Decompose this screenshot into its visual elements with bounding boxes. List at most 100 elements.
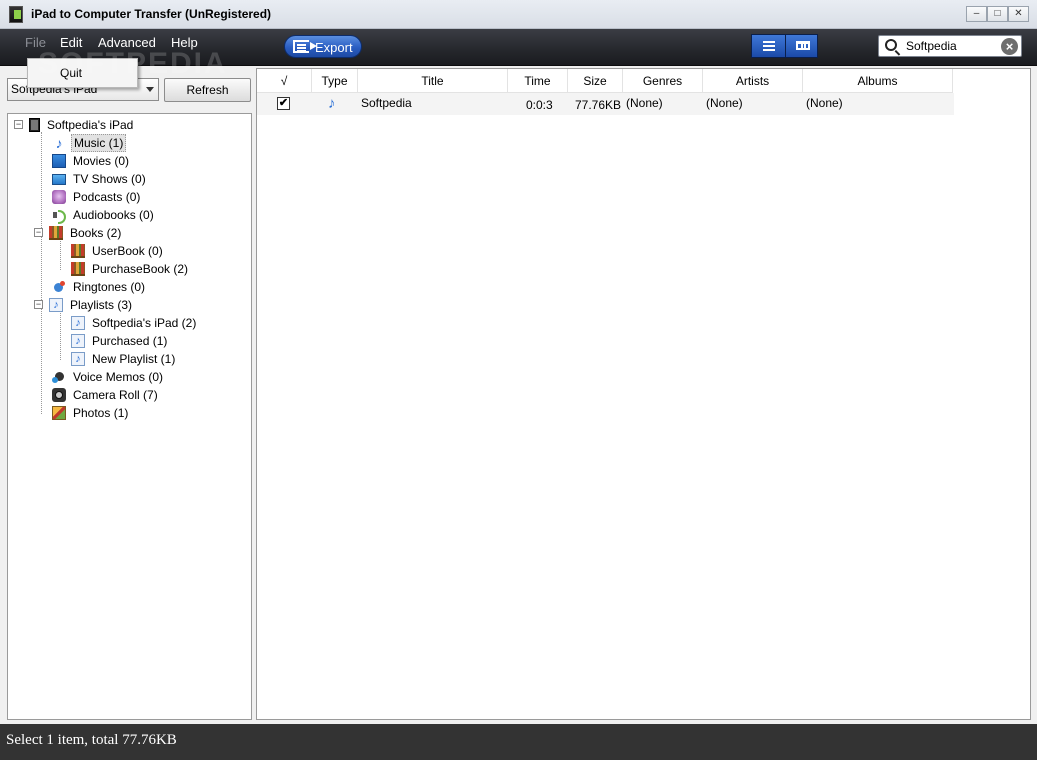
cell-time: 0:0:3 [526, 98, 553, 112]
menu-item-quit[interactable]: Quit [60, 66, 82, 80]
column-header-size[interactable]: Size [568, 69, 623, 93]
tree-connector [60, 238, 61, 270]
menu-help[interactable]: Help [171, 35, 198, 50]
status-text: Select 1 item, total 77.76KB [6, 732, 177, 748]
tree-item-label: Softpedia's iPad [47, 117, 134, 132]
tree-item-playlist-softpedia[interactable]: ♪ Softpedia's iPad (2) [71, 314, 198, 331]
column-header-genres[interactable]: Genres [623, 69, 703, 93]
ipad-icon [29, 117, 40, 132]
audiobook-icon [52, 208, 66, 224]
tree-item-purchasebook[interactable]: PurchaseBook (2) [71, 260, 190, 277]
tree-item-label: New Playlist (1) [92, 351, 176, 366]
tree-item-tv-shows[interactable]: TV Shows (0) [52, 170, 148, 187]
tree-item-music[interactable]: ♪ Music (1) [52, 133, 127, 152]
list-view-icon [763, 41, 775, 43]
device-tree: − Softpedia's iPad ♪ Music (1) Movies (0… [7, 113, 252, 720]
file-menu-dropdown: Quit [27, 58, 138, 88]
column-header-albums[interactable]: Albums [803, 69, 953, 93]
tree-item-label: Ringtones (0) [73, 279, 146, 294]
maximize-button[interactable]: □ [987, 6, 1008, 22]
tree-item-audiobooks[interactable]: Audiobooks (0) [52, 206, 156, 224]
cell-genres: (None) [626, 96, 663, 110]
tree-item-playlist-new[interactable]: ♪ New Playlist (1) [71, 350, 177, 367]
playlist-icon: ♪ [71, 315, 85, 330]
refresh-button[interactable]: Refresh [164, 78, 251, 102]
tree-connector [60, 310, 61, 360]
cell-title: Softpedia [361, 96, 412, 110]
playlist-icon: ♪ [71, 333, 85, 348]
export-button[interactable]: Export [284, 35, 362, 58]
list-view-button[interactable] [752, 35, 785, 57]
tree-item-device[interactable]: − Softpedia's iPad [14, 116, 135, 133]
music-note-icon: ♪ [328, 95, 336, 112]
search-icon [885, 39, 897, 51]
tree-item-books[interactable]: − Books (2) [34, 224, 123, 241]
table-row[interactable]: ✔ ♪ Softpedia 0:0:3 77.76KB (None) (None… [257, 93, 954, 115]
search-box: × [878, 35, 1022, 57]
cell-artists: (None) [706, 96, 743, 110]
status-bar: Select 1 item, total 77.76KB [0, 724, 1037, 760]
menu-edit[interactable]: Edit [60, 35, 82, 50]
tree-item-label: Music (1) [71, 133, 127, 152]
voice-memo-icon [52, 370, 66, 384]
row-checkbox[interactable]: ✔ [277, 97, 290, 110]
tree-item-label: TV Shows (0) [73, 171, 146, 186]
column-header-time[interactable]: Time [508, 69, 568, 93]
grid-view-icon [795, 41, 810, 50]
music-icon: ♪ [55, 134, 63, 151]
column-header-title[interactable]: Title [358, 69, 508, 93]
tree-item-label: Photos (1) [73, 405, 129, 420]
column-header-artists[interactable]: Artists [703, 69, 803, 93]
tree-item-photos[interactable]: Photos (1) [52, 404, 130, 421]
tree-item-label: Camera Roll (7) [73, 387, 158, 402]
window-controls: – □ ✕ [966, 6, 1029, 22]
tree-item-camera-roll[interactable]: Camera Roll (7) [52, 386, 160, 403]
grid-view-button[interactable] [784, 35, 817, 57]
ringtone-icon [52, 280, 66, 294]
tree-item-playlist-purchased[interactable]: ♪ Purchased (1) [71, 332, 169, 349]
menu-file[interactable]: File [25, 35, 46, 50]
search-input[interactable] [906, 39, 996, 53]
minimize-button[interactable]: – [966, 6, 987, 22]
collapse-icon[interactable]: − [34, 300, 43, 309]
tree-item-label: UserBook (0) [92, 243, 163, 258]
photos-icon [52, 405, 66, 420]
podcast-icon [52, 189, 66, 204]
column-header-check[interactable]: √ [257, 69, 312, 93]
tree-item-label: Audiobooks (0) [73, 207, 154, 222]
window-title: iPad to Computer Transfer (UnRegistered) [31, 7, 272, 21]
books-icon [49, 225, 63, 240]
tree-item-userbook[interactable]: UserBook (0) [71, 242, 165, 259]
tree-item-playlists[interactable]: − ♪ Playlists (3) [34, 296, 134, 313]
tree-item-ringtones[interactable]: Ringtones (0) [52, 278, 147, 295]
export-icon [293, 40, 317, 53]
tree-item-label: PurchaseBook (2) [92, 261, 189, 276]
tv-icon [52, 173, 66, 185]
collapse-icon[interactable]: − [14, 120, 23, 129]
export-label: Export [315, 40, 353, 55]
tree-item-label: Playlists (3) [70, 297, 133, 312]
clear-icon[interactable]: × [1001, 38, 1018, 55]
tree-item-label: Podcasts (0) [73, 189, 141, 204]
camera-icon [52, 387, 66, 402]
tree-item-voice-memos[interactable]: Voice Memos (0) [52, 368, 165, 385]
title-bar: iPad to Computer Transfer (UnRegistered)… [0, 0, 1037, 29]
column-header-type[interactable]: Type [312, 69, 358, 93]
books-icon [71, 243, 85, 258]
tree-item-label: Softpedia's iPad (2) [92, 315, 197, 330]
tree-item-label: Purchased (1) [92, 333, 168, 348]
chevron-down-icon [146, 87, 154, 92]
collapse-icon[interactable]: − [34, 228, 43, 237]
tree-connector [41, 132, 42, 414]
tree-item-label: Voice Memos (0) [73, 369, 164, 384]
playlist-icon: ♪ [49, 297, 63, 312]
menu-advanced[interactable]: Advanced [98, 35, 156, 50]
cell-size: 77.76KB [575, 98, 622, 112]
close-button[interactable]: ✕ [1008, 6, 1029, 22]
movie-icon [52, 153, 66, 168]
tree-item-movies[interactable]: Movies (0) [52, 152, 131, 169]
view-toggle [751, 34, 818, 58]
tree-item-podcasts[interactable]: Podcasts (0) [52, 188, 142, 205]
playlist-icon: ♪ [71, 351, 85, 366]
books-icon [71, 261, 85, 276]
